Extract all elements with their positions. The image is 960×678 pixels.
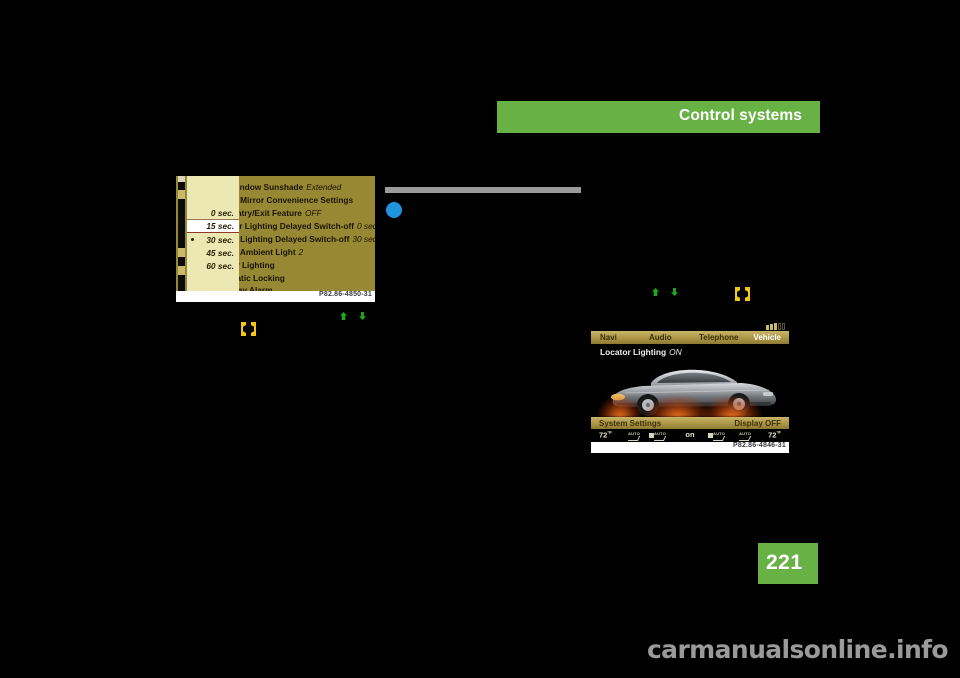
list-item-label: rior Mirror Convenience Settings [224, 194, 354, 205]
list-item-value: 2 [298, 246, 304, 257]
signal-bar-empty [778, 323, 781, 330]
tab-audio[interactable]: Audio [649, 333, 672, 342]
scroll-rail-segment [178, 266, 185, 275]
temperature-left[interactable]: 72°F [599, 430, 612, 440]
rocker-switch-icon [241, 322, 256, 336]
figure-caption: P82.86-4850-31 [318, 291, 372, 298]
list-item-label: rior Lighting Delayed Switch-off [224, 233, 350, 244]
list-item[interactable]: rior Mirror Convenience Settings [224, 193, 375, 206]
comand-screen: READY Navi Audio Telephone Vehicle Locat… [591, 321, 789, 442]
dropdown-option-label: 0 sec. [210, 207, 234, 218]
auto-fan-icon-right[interactable]: AUTO [713, 431, 725, 436]
list-item-value: OFF [304, 207, 322, 218]
scroll-rail-cap [178, 176, 185, 182]
vehicle-illustration [591, 359, 789, 417]
dropdown-option-0sec[interactable]: 0 sec. [187, 206, 239, 219]
list-item-value: 0 sec. [357, 220, 375, 231]
dropdown-option-60sec[interactable]: 60 sec. [187, 259, 239, 272]
auto-fan-icon-left[interactable]: AUTO [654, 431, 666, 436]
signal-bar-empty [782, 323, 785, 330]
comand-status-bar: READY [591, 321, 789, 331]
dropdown-option-label: 15 sec. [206, 221, 234, 231]
locator-light-glow [597, 395, 643, 417]
dropdown-option-label: 60 sec. [206, 260, 234, 271]
updown-arrow-icon-pair [652, 288, 678, 296]
scroll-rail-segment [178, 190, 185, 199]
vehicle-settings-menu-list: r Window Sunshade Extended rior Mirror C… [224, 176, 375, 292]
watermark: carmanualsonline.info [646, 635, 949, 664]
signal-bar [766, 325, 769, 330]
manual-page: Control systems r Window Sunshade Extend… [0, 0, 960, 678]
figure-caption-bar: P82.86-4846-31 [591, 442, 789, 453]
temperature-right[interactable]: 72°F [768, 430, 781, 440]
climate-control-bar: 72°F AUTO AUTO on AUTO AUTO 72°F [591, 429, 789, 442]
dropdown-option-15sec-selected[interactable]: 15 sec. [187, 219, 239, 233]
dropdown-option-45sec[interactable]: 45 sec. [187, 246, 239, 259]
scroll-rail-segment [178, 248, 185, 257]
list-item-value: Extended [306, 181, 342, 192]
screen-heading-value: ON [669, 347, 682, 357]
page-header-bar: Control systems [497, 101, 820, 133]
figure-dropdown-screen: r Window Sunshade Extended rior Mirror C… [176, 176, 375, 291]
scroll-rail[interactable] [178, 176, 185, 291]
tab-telephone[interactable]: Telephone [699, 333, 738, 342]
list-item[interactable]: ator Lighting [224, 258, 375, 271]
temperature-left-unit: °F [607, 430, 612, 435]
figure-caption: P82.86-4846-31 [732, 442, 786, 449]
figure-caption-bar: P82.86-4850-31 [176, 291, 375, 302]
auto-airflow-icon-right[interactable]: AUTO [739, 431, 751, 436]
signal-bar [774, 323, 777, 330]
arrow-down-icon [359, 312, 366, 320]
section-rule [385, 187, 581, 193]
list-item[interactable]: r Window Sunshade Extended [224, 180, 375, 193]
signal-strength-icon [766, 323, 785, 330]
comand-tab-bar: Navi Audio Telephone Vehicle [591, 331, 789, 344]
list-item-label: erior Lighting Delayed Switch-off [224, 220, 354, 231]
screen-heading: Locator Lighting ON [600, 347, 682, 357]
comand-bottom-bar: System Settings Display OFF [591, 417, 789, 429]
bracket-right-icon [745, 287, 750, 301]
system-settings-button[interactable]: System Settings [599, 419, 661, 428]
list-item[interactable]: rior Ambient Light 2 [224, 245, 375, 258]
screen-heading-label: Locator Lighting [600, 347, 667, 357]
display-off-button[interactable]: Display OFF [734, 419, 781, 428]
list-item-active[interactable]: erior Lighting Delayed Switch-off 0 sec. [224, 219, 375, 232]
list-item[interactable]: y Entry/Exit Feature OFF [224, 206, 375, 219]
page-number: 221 [766, 551, 803, 574]
tab-vehicle[interactable]: Vehicle [753, 333, 781, 342]
tab-navi[interactable]: Navi [600, 333, 617, 342]
bracket-left-icon [241, 322, 246, 336]
dropdown-option-label: 45 sec. [206, 247, 234, 258]
temperature-right-unit: °F [776, 430, 781, 435]
figure-comand-locator-lighting: READY Navi Audio Telephone Vehicle Locat… [591, 321, 789, 453]
arrow-down-icon [671, 288, 678, 296]
signal-bar [770, 324, 773, 330]
climate-power-state[interactable]: on [685, 430, 694, 439]
dropdown-option-30sec[interactable]: 30 sec. [187, 233, 239, 246]
ready-label: READY [771, 321, 784, 322]
auto-airflow-icon-left[interactable]: AUTO [628, 431, 640, 436]
figure-delayed-switchoff-dropdown: r Window Sunshade Extended rior Mirror C… [176, 176, 375, 302]
list-item[interactable]: -away Alarm [224, 283, 375, 292]
step-bullet-icon [386, 202, 402, 218]
rocker-switch-icon [735, 287, 750, 301]
page-title: Control systems [679, 107, 802, 124]
arrow-up-icon [652, 288, 659, 296]
arrow-up-icon [340, 312, 347, 320]
bracket-right-icon [251, 322, 256, 336]
list-item[interactable]: rior Lighting Delayed Switch-off 30 sec. [224, 232, 375, 245]
delay-time-dropdown[interactable]: 0 sec. 15 sec. 30 sec. 45 sec. 60 sec. [187, 176, 239, 291]
list-item-value: 30 sec. [352, 233, 375, 244]
dropdown-option-label: 30 sec. [206, 234, 234, 245]
bracket-left-icon [735, 287, 740, 301]
locator-light-glow [701, 395, 763, 417]
current-value-bullet-icon [191, 238, 194, 241]
updown-arrow-icon-pair [340, 312, 366, 320]
page-number-tab: 221 [758, 543, 818, 584]
